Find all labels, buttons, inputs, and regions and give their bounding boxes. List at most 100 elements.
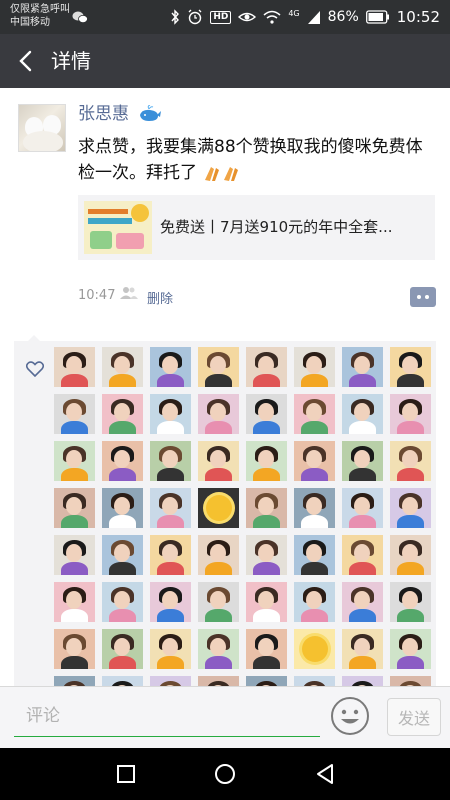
liker-avatar[interactable] [102,535,143,575]
liker-avatar[interactable] [390,535,431,575]
liker-avatar[interactable] [102,394,143,434]
network-type: 4G [288,9,300,18]
liker-avatar[interactable] [246,441,287,481]
system-nav-bar [0,748,450,800]
liker-avatar[interactable] [246,394,287,434]
liker-avatar[interactable] [294,347,335,387]
liker-avatar[interactable] [390,347,431,387]
clapping-hands-icon [205,167,239,181]
liker-avatar[interactable] [102,676,143,686]
liker-avatar[interactable] [150,394,191,434]
bluetooth-icon [171,9,180,25]
liker-avatar[interactable] [294,441,335,481]
hd-badge: HD [210,10,232,24]
privacy-friends-icon [120,287,138,299]
liker-avatar[interactable] [342,347,383,387]
liker-avatar[interactable] [342,629,383,669]
liker-avatar[interactable] [390,629,431,669]
liker-avatar[interactable] [390,582,431,622]
back-button[interactable] [12,46,42,76]
likes-panel [14,335,436,686]
chevron-left-icon [19,50,32,72]
battery-icon [365,10,389,24]
heart-icon [26,361,44,377]
send-button[interactable]: 发送 [387,698,441,736]
square-recents-icon[interactable] [114,762,138,786]
liker-avatar[interactable] [246,676,287,686]
liker-avatar[interactable] [294,394,335,434]
username-text: 张思惠 [78,104,129,124]
liker-avatar[interactable] [150,347,191,387]
liker-avatar[interactable] [390,441,431,481]
liker-avatar[interactable] [54,535,95,575]
liker-avatar[interactable] [294,488,335,528]
comment-input[interactable] [14,695,320,737]
post-text-content: 求点赞，我要集满88个赞换取我的傻咪免费体检一次。拜托了 [78,137,423,183]
liker-avatar[interactable] [390,488,431,528]
link-card[interactable]: 免费送丨7月送910元的年中全套... [78,195,435,260]
more-actions-button[interactable] [410,287,436,307]
liker-avatar[interactable] [198,394,239,434]
liker-avatar[interactable] [54,488,95,528]
liker-avatar[interactable] [294,629,335,669]
liker-avatar[interactable] [150,582,191,622]
delete-button[interactable]: 删除 [147,288,173,307]
carrier-name: 中国移动 [10,17,50,28]
liker-avatar[interactable] [54,441,95,481]
liker-avatar[interactable] [102,629,143,669]
liker-avatar[interactable] [294,582,335,622]
liker-avatar[interactable] [102,347,143,387]
liker-avatar[interactable] [246,582,287,622]
liker-avatar[interactable] [294,676,335,686]
triangle-back-icon[interactable] [313,762,337,786]
liker-avatar[interactable] [150,488,191,528]
status-time: 10:52 [396,8,440,26]
liker-avatar[interactable] [54,394,95,434]
liker-avatar[interactable] [102,488,143,528]
circle-home-icon[interactable] [213,762,237,786]
liker-avatar[interactable] [198,676,239,686]
liker-avatar[interactable] [198,347,239,387]
liker-avatar[interactable] [150,535,191,575]
liker-avatar[interactable] [342,582,383,622]
liker-avatar[interactable] [246,535,287,575]
liker-avatar[interactable] [198,441,239,481]
wifi-icon [263,10,281,24]
avatar[interactable] [18,104,66,152]
liker-avatar[interactable] [150,441,191,481]
alarm-icon [188,9,202,25]
liker-avatar[interactable] [102,582,143,622]
liker-avatar[interactable] [150,676,191,686]
liker-avatar[interactable] [54,629,95,669]
liker-avatar[interactable] [246,347,287,387]
liker-avatar[interactable] [102,441,143,481]
post-detail: 张思惠 求点赞，我要集满88个赞换取我的傻咪免费体检一次。拜托了 免费送丨7月送… [0,88,450,686]
status-icons: HD 4G 86% 10:52 [170,8,440,26]
eye-icon [238,12,257,22]
liker-avatar[interactable] [390,676,431,686]
liker-avatar[interactable] [246,629,287,669]
smiley-face-icon[interactable] [330,696,370,736]
liker-avatar[interactable] [342,535,383,575]
liker-avatar[interactable] [54,347,95,387]
title-bar: 详情 [0,34,450,88]
liker-avatar[interactable] [390,394,431,434]
liker-avatar[interactable] [150,629,191,669]
page-title: 详情 [51,49,91,73]
liker-avatar[interactable] [342,676,383,686]
sun-emoji-avatar [206,495,232,521]
liker-avatar[interactable] [294,535,335,575]
username[interactable]: 张思惠 [78,103,162,125]
post-time: 10:47 [78,288,116,303]
whale-icon [140,105,162,121]
liker-avatar[interactable] [342,394,383,434]
liker-avatar[interactable] [342,488,383,528]
liker-avatar[interactable] [198,582,239,622]
liker-avatar[interactable] [198,488,239,528]
liker-avatar[interactable] [198,535,239,575]
liker-avatar[interactable] [54,582,95,622]
liker-avatar[interactable] [54,676,95,686]
liker-avatar[interactable] [246,488,287,528]
liker-avatar[interactable] [198,629,239,669]
liker-avatar[interactable] [342,441,383,481]
